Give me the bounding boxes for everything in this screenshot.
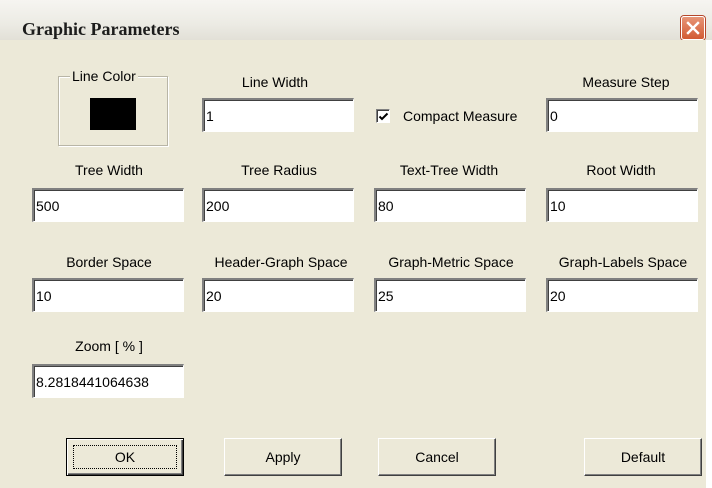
graph-labels-space-label: Graph-Labels Space <box>558 254 688 270</box>
tree-width-field[interactable] <box>32 188 184 222</box>
graph-labels-space-input[interactable] <box>548 280 697 311</box>
tree-width-label: Tree Width <box>75 162 143 178</box>
tree-width-input[interactable] <box>34 190 183 221</box>
header-graph-space-input[interactable] <box>204 280 353 311</box>
zoom-label: Zoom [ % ] <box>75 338 143 354</box>
apply-button-label: Apply <box>265 449 301 465</box>
window-title: Graphic Parameters <box>22 19 180 39</box>
graph-metric-space-label: Graph-Metric Space <box>388 254 514 270</box>
cancel-button[interactable]: Cancel <box>378 438 496 476</box>
root-width-field[interactable] <box>546 188 698 222</box>
graph-metric-space-input[interactable] <box>376 280 525 311</box>
compact-measure-label[interactable]: Compact Measure <box>403 108 517 124</box>
close-icon <box>686 21 700 35</box>
zoom-input[interactable] <box>34 366 183 397</box>
text-tree-width-input[interactable] <box>376 190 525 221</box>
close-button[interactable] <box>681 16 705 40</box>
graphic-parameters-dialog: Graphic Parameters Line Color Line Width… <box>0 0 712 488</box>
window-edge <box>706 40 712 488</box>
measure-step-field[interactable] <box>546 98 698 132</box>
root-width-input[interactable] <box>548 190 697 221</box>
apply-button[interactable]: Apply <box>224 438 342 476</box>
text-tree-width-label: Text-Tree Width <box>399 162 499 178</box>
border-space-input[interactable] <box>34 280 183 311</box>
compact-measure-checkbox[interactable] <box>376 109 390 123</box>
header-graph-space-label: Header-Graph Space <box>214 254 348 270</box>
border-space-label: Border Space <box>66 254 152 270</box>
border-space-field[interactable] <box>32 278 184 312</box>
line-width-field[interactable] <box>202 98 354 132</box>
text-tree-width-field[interactable] <box>374 188 526 222</box>
header-graph-space-field[interactable] <box>202 278 354 312</box>
graph-labels-space-field[interactable] <box>546 278 698 312</box>
tree-radius-input[interactable] <box>204 190 353 221</box>
checkmark-icon <box>378 112 389 121</box>
zoom-field[interactable] <box>32 364 184 398</box>
tree-radius-field[interactable] <box>202 188 354 222</box>
focus-rectangle <box>73 445 177 469</box>
line-width-label: Line Width <box>241 74 309 90</box>
line-color-label: Line Color <box>70 68 138 84</box>
root-width-label: Root Width <box>586 162 656 178</box>
line-color-swatch[interactable] <box>90 98 136 130</box>
line-width-input[interactable] <box>204 100 353 131</box>
tree-radius-label: Tree Radius <box>241 162 317 178</box>
default-button-label: Default <box>620 449 666 465</box>
default-button[interactable]: Default <box>584 438 702 476</box>
title-bar[interactable]: Graphic Parameters <box>0 0 712 41</box>
ok-button[interactable]: OK <box>66 438 184 476</box>
graph-metric-space-field[interactable] <box>374 278 526 312</box>
measure-step-input[interactable] <box>548 100 697 131</box>
cancel-button-label: Cancel <box>415 449 459 465</box>
measure-step-label: Measure Step <box>582 74 670 90</box>
